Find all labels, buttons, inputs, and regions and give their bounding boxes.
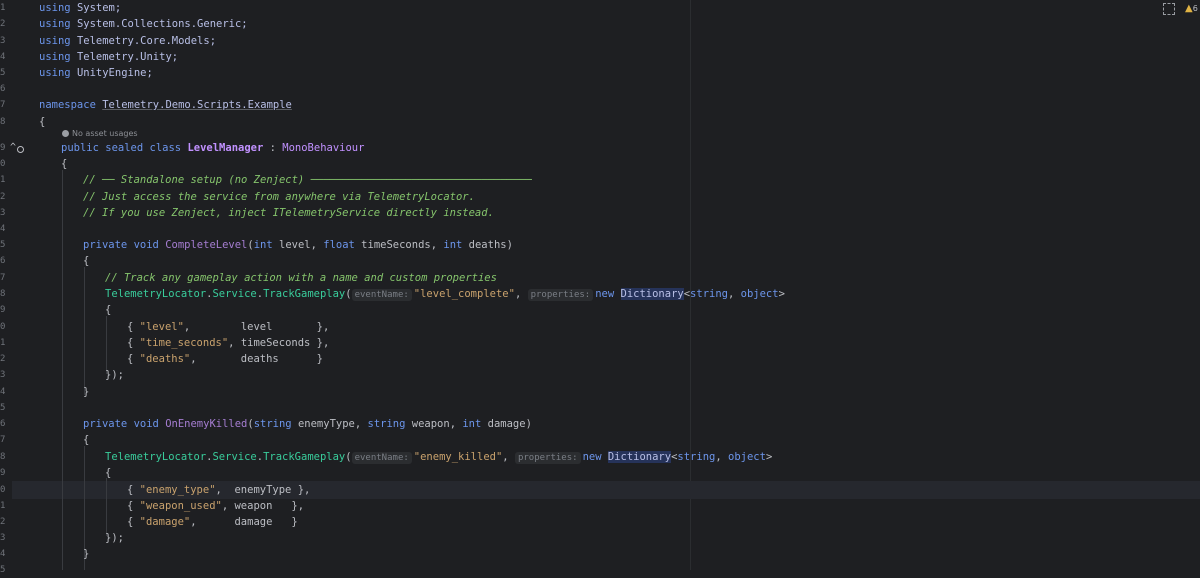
code-line-24[interactable]: }: [83, 384, 89, 400]
code-line-1[interactable]: using System;: [39, 0, 121, 16]
code-line-31[interactable]: { "weapon_used", weapon },: [127, 498, 304, 514]
distraction-free-icon[interactable]: [1163, 3, 1175, 15]
code-line-13[interactable]: // If you use Zenject, inject ITelemetry…: [83, 205, 494, 221]
code-line-16[interactable]: {: [83, 253, 89, 269]
warning-icon: ▲: [1185, 3, 1193, 14]
code-line-11[interactable]: // ── Standalone setup (no Zenject) ────…: [83, 172, 532, 188]
code-line-32[interactable]: { "damage", damage }: [127, 514, 298, 530]
code-line-29[interactable]: {: [105, 465, 111, 481]
code-line-12[interactable]: // Just access the service from anywhere…: [83, 189, 475, 205]
param-hint: properties:: [514, 452, 581, 464]
code-line-27[interactable]: {: [83, 432, 89, 448]
code-line-4[interactable]: using Telemetry.Unity;: [39, 49, 178, 65]
usage-hint[interactable]: No asset usages: [62, 129, 138, 138]
code-line-23[interactable]: });: [105, 367, 124, 383]
code-line-19[interactable]: {: [105, 302, 111, 318]
code-line-15[interactable]: private void CompleteLevel(int level, fl…: [83, 237, 513, 253]
code-line-8[interactable]: {: [39, 114, 45, 130]
code-line-33[interactable]: });: [105, 530, 124, 546]
code-line-26[interactable]: private void OnEnemyKilled(string enemyT…: [83, 416, 532, 432]
code-line-3[interactable]: using Telemetry.Core.Models;: [39, 33, 216, 49]
warning-indicator[interactable]: ▲6: [1185, 3, 1198, 14]
code-line-22[interactable]: { "deaths", deaths }: [127, 351, 323, 367]
code-line-18[interactable]: TelemetryLocator.Service.TrackGameplay(e…: [105, 286, 785, 302]
code-line-5[interactable]: using UnityEngine;: [39, 65, 153, 81]
param-hint: eventName:: [351, 452, 412, 464]
param-hint: properties:: [527, 289, 594, 301]
code-line-20[interactable]: { "level", level },: [127, 319, 329, 335]
code-line-34[interactable]: }: [83, 546, 89, 562]
code-line-7[interactable]: namespace Telemetry.Demo.Scripts.Example: [39, 97, 292, 113]
code-line-21[interactable]: { "time_seconds", timeSeconds },: [127, 335, 329, 351]
code-line-30[interactable]: { "enemy_type", enemyType },: [127, 482, 310, 498]
code-editor[interactable]: using System; using System.Collections.G…: [0, 0, 1200, 570]
implemented-marker-icon[interactable]: [17, 146, 24, 153]
param-hint: eventName:: [351, 289, 412, 301]
code-line-10[interactable]: {: [61, 156, 67, 172]
code-line-17[interactable]: // Track any gameplay action with a name…: [105, 270, 497, 286]
code-line-2[interactable]: using System.Collections.Generic;: [39, 16, 248, 32]
code-line-9[interactable]: public sealed class LevelManager : MonoB…: [61, 140, 364, 156]
unity-icon: [62, 130, 69, 137]
inheritance-arrow-icon[interactable]: ^: [10, 142, 16, 153]
code-line-28[interactable]: TelemetryLocator.Service.TrackGameplay(e…: [105, 449, 772, 465]
